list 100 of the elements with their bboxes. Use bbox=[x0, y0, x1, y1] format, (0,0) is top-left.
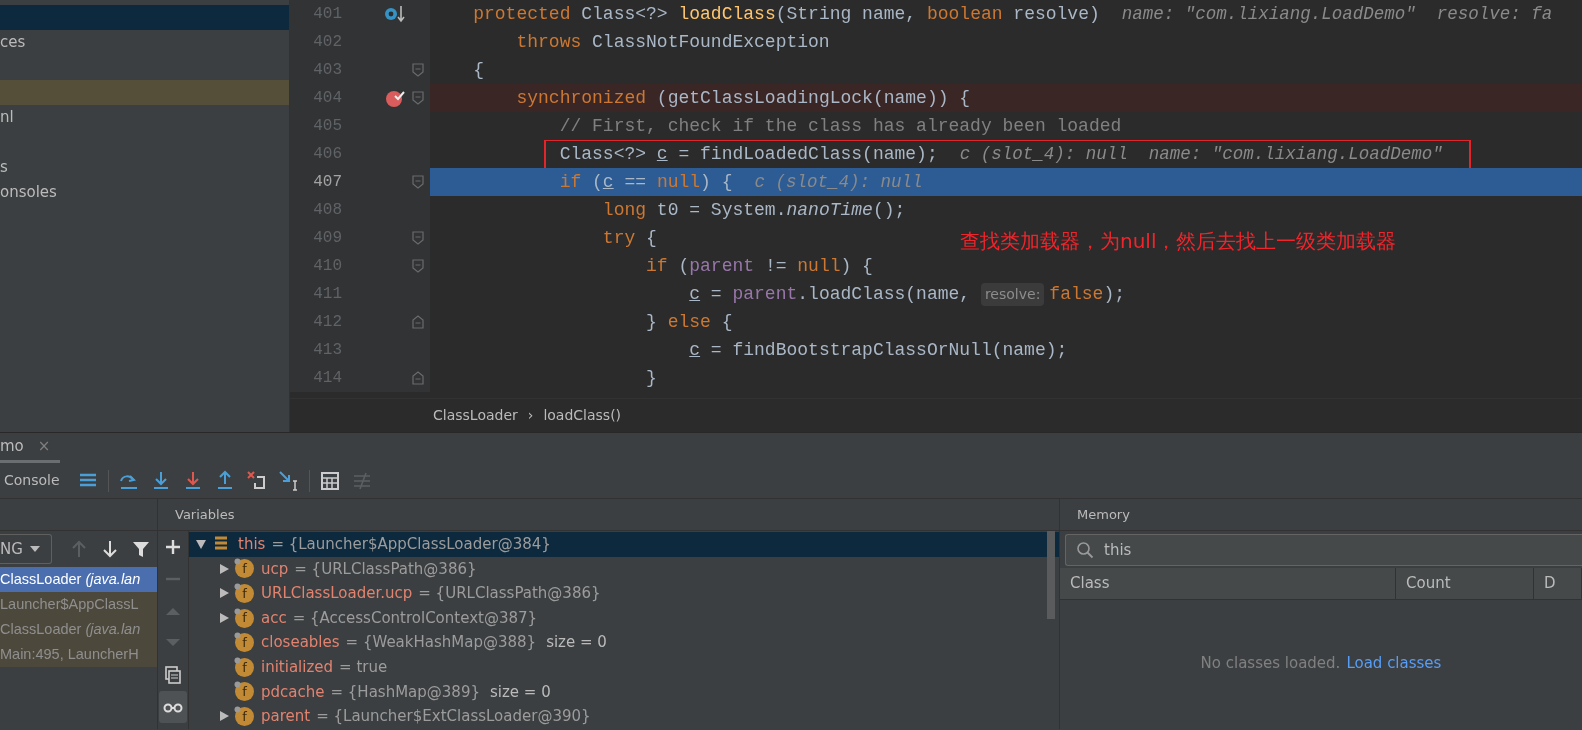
variable-value: = {URLClassPath@386} bbox=[418, 583, 601, 605]
variable-value: = {Launcher$ExtClassLoader@390} bbox=[316, 706, 591, 728]
tab-label: mo bbox=[0, 436, 24, 458]
inline-value-hint: name: "com.lixiang.LoadDemo" resolve: fa bbox=[1121, 2, 1553, 26]
fold-icon[interactable] bbox=[411, 370, 425, 386]
fold-icon[interactable] bbox=[411, 230, 425, 246]
stack-frame[interactable]: Main:495, LauncherH bbox=[0, 642, 157, 667]
variable-row[interactable]: f pdcache = {HashMap@389} size = 0 bbox=[189, 679, 1059, 705]
variable-row[interactable]: f acc = {AccessControlContext@387} bbox=[189, 605, 1059, 631]
fold-icon[interactable] bbox=[411, 62, 425, 78]
code-text: Class<?> c = findLoadedClass(name); bbox=[559, 142, 938, 166]
lock-dot-icon bbox=[234, 583, 241, 590]
tree-row[interactable]: ces bbox=[0, 30, 289, 55]
variable-name: parent bbox=[261, 706, 311, 728]
tree-row[interactable]: nl bbox=[0, 105, 289, 130]
collapsed-arrow-icon[interactable] bbox=[217, 710, 230, 723]
field-icon: f bbox=[235, 657, 254, 677]
code-text: try { bbox=[602, 226, 657, 250]
collapsed-arrow-icon[interactable] bbox=[217, 587, 230, 600]
variable-value: = {URLClassPath@386} bbox=[294, 558, 477, 580]
scrollbar-thumb[interactable] bbox=[1047, 531, 1055, 619]
code-text: synchronized (getClassLoadingLock(name)) { bbox=[516, 86, 971, 110]
variable-value: = {HashMap@389} bbox=[330, 681, 480, 703]
glasses-toggle[interactable] bbox=[159, 691, 187, 723]
variable-name: pdcache bbox=[261, 681, 325, 703]
filter-icon[interactable] bbox=[131, 539, 152, 559]
lock-dot-icon bbox=[234, 656, 241, 664]
code-text: c = parent.loadClass(name, bbox=[689, 282, 972, 306]
field-icon: f bbox=[235, 608, 254, 628]
console-tab[interactable]: Console bbox=[0, 470, 72, 491]
circle-arrow-icon[interactable] bbox=[384, 3, 406, 25]
variable-value: = true bbox=[339, 657, 388, 678]
stack-frame[interactable]: ClassLoader (java.lan bbox=[0, 567, 157, 592]
code-text: protected Class<?> loadClass(String name, boolean resolve) bbox=[473, 2, 1100, 26]
empty-message: No classes loaded. bbox=[1200, 653, 1341, 674]
fold-icon[interactable] bbox=[411, 90, 425, 106]
plus-icon[interactable] bbox=[163, 537, 183, 557]
collapsed-arrow-icon[interactable] bbox=[217, 612, 230, 625]
variable-value: = {AccessControlContext@387} bbox=[292, 607, 538, 629]
code-text: // First, check if the class has already been loaded bbox=[559, 114, 1122, 138]
column-header[interactable]: Count bbox=[1396, 568, 1534, 599]
variable-row[interactable]: f initialized = true bbox=[189, 654, 1059, 680]
variable-value: = {Launcher$AppClassLoader@384} bbox=[271, 534, 551, 556]
lock-dot-icon bbox=[234, 681, 241, 689]
close-button[interactable]: × bbox=[37, 435, 51, 458]
copy-icon[interactable] bbox=[163, 665, 183, 685]
column-header[interactable]: D bbox=[1534, 568, 1582, 599]
variable-name: closeables bbox=[261, 632, 340, 654]
breadcrumb[interactable]: loadClass() bbox=[543, 405, 622, 426]
panel-title: Variables bbox=[158, 499, 1059, 531]
variable-row[interactable]: f closeables = {WeakHashMap@388} size = 0 bbox=[189, 630, 1059, 655]
tree-row[interactable]: s bbox=[0, 155, 289, 180]
field-icon: f bbox=[235, 584, 254, 603]
stack-frame[interactable]: ClassLoader (java.lan bbox=[0, 617, 157, 642]
variable-info: size = 0 bbox=[490, 681, 551, 703]
lock-dot-icon bbox=[234, 607, 241, 615]
field-icon: f bbox=[235, 682, 254, 702]
variable-row[interactable]: f URLClassLoader.ucp = {URLClassPath@386} bbox=[189, 581, 1059, 606]
variable-row[interactable]: f ucp = {URLClassPath@386} bbox=[189, 556, 1059, 582]
load-classes-link[interactable]: Load classes bbox=[1346, 652, 1442, 674]
search-field[interactable]: this bbox=[1065, 534, 1582, 566]
tree-row[interactable]: onsoles bbox=[0, 180, 289, 205]
variable-name: URLClassLoader.ucp bbox=[261, 583, 413, 605]
variable-info: size = 0 bbox=[546, 632, 607, 654]
caret-icon bbox=[28, 545, 41, 553]
thread-dropdown[interactable]: NG bbox=[0, 534, 52, 564]
inline-value-hint: c (slot_4): null bbox=[754, 170, 923, 194]
variable-name: initialized bbox=[261, 657, 334, 678]
lock-dot-icon bbox=[234, 558, 241, 566]
fold-icon[interactable] bbox=[411, 174, 425, 190]
fold-icon[interactable] bbox=[411, 258, 425, 274]
fold-icon[interactable] bbox=[411, 314, 425, 330]
collapsed-arrow-icon[interactable] bbox=[217, 562, 230, 575]
code-text: throws ClassNotFoundException bbox=[516, 30, 830, 54]
field-icon: f bbox=[235, 633, 254, 653]
code-text: long t0 = System.nanoTime(); bbox=[602, 198, 906, 222]
variable-row[interactable]: f parent = {Launcher$ExtClassLoader@390} bbox=[189, 704, 1059, 729]
parameter-hint: resolve: bbox=[980, 282, 1045, 306]
line-number: 407 bbox=[312, 172, 342, 193]
breadcrumb-separator: › bbox=[527, 406, 534, 425]
field-icon: f bbox=[235, 706, 254, 726]
search-icon bbox=[1076, 541, 1094, 559]
code-text: } bbox=[646, 366, 657, 390]
annotation-text: 查找类加载器，为null，然后去找上一级类加载器 bbox=[960, 228, 1397, 255]
variable-name: acc bbox=[261, 607, 287, 629]
lock-dot-icon bbox=[234, 632, 241, 640]
stack-frame[interactable]: Launcher$AppClassL bbox=[0, 592, 157, 617]
debug-tab[interactable]: mo × bbox=[0, 433, 61, 463]
field-icon: f bbox=[235, 559, 254, 579]
column-header[interactable]: Class bbox=[1060, 568, 1396, 599]
code-text: c = findBootstrapClassOrNull(name); bbox=[689, 338, 1068, 362]
breadcrumb[interactable]: ClassLoader bbox=[433, 405, 518, 426]
code-text: false); bbox=[1049, 282, 1125, 306]
variable-row[interactable]: this = {Launcher$AppClassLoader@384} bbox=[189, 532, 1059, 557]
variable-value: = {WeakHashMap@388} bbox=[345, 632, 537, 654]
expanded-arrow-icon[interactable] bbox=[194, 538, 207, 551]
code-text: if (c == null) { bbox=[559, 170, 733, 194]
code-text: { bbox=[473, 58, 485, 82]
variable-name: this bbox=[238, 534, 266, 556]
code-text: if (parent != null) { bbox=[646, 254, 873, 278]
